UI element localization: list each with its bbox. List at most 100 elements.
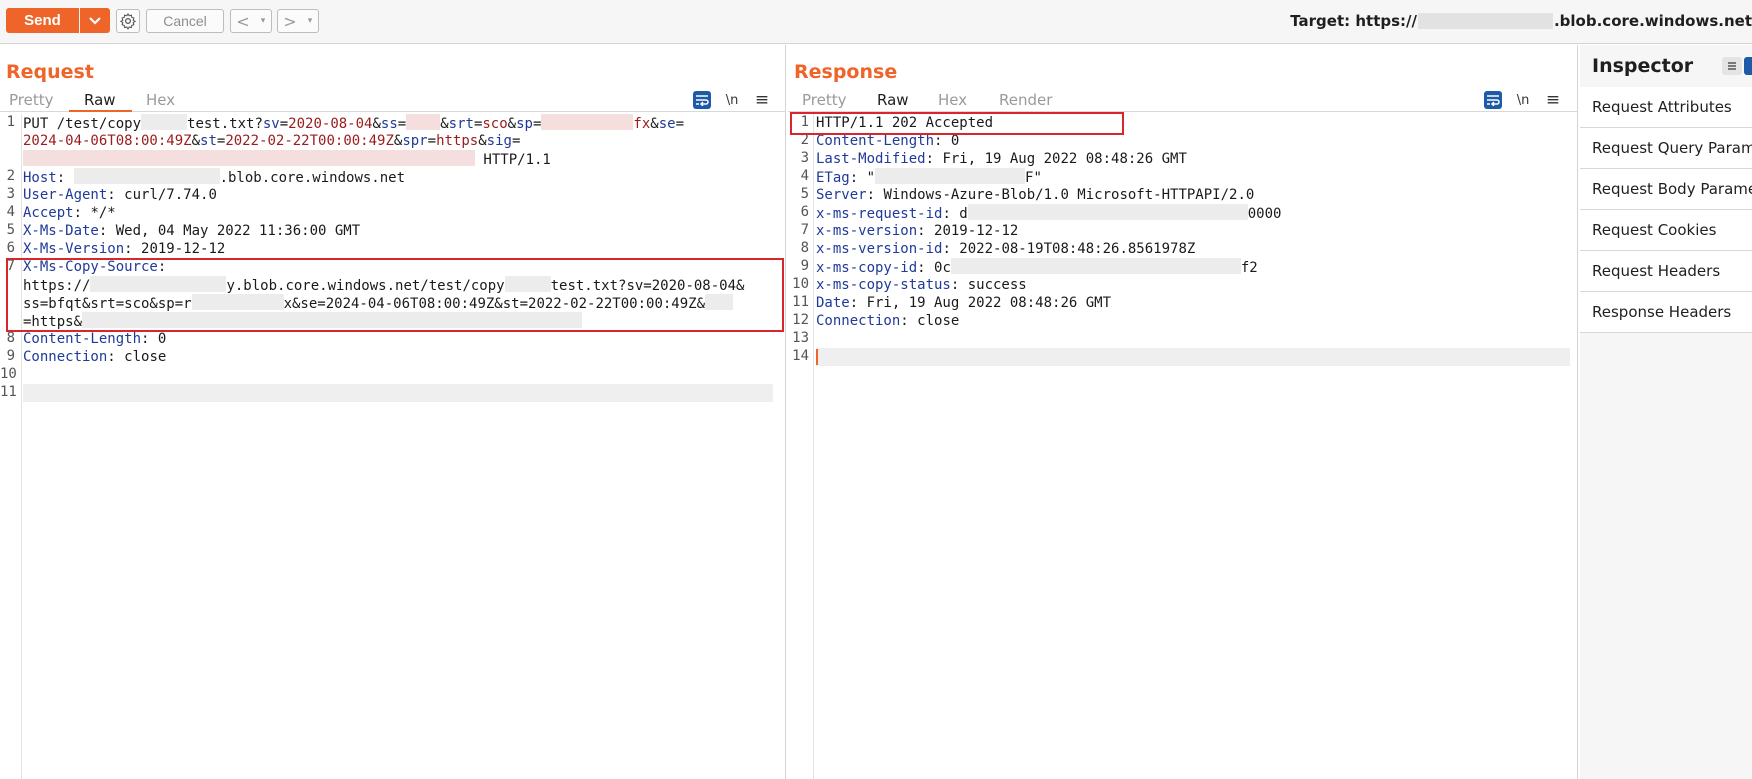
redacted-region	[541, 114, 634, 130]
request-header: User-Agent: curl/7.74.0	[23, 187, 217, 203]
request-title: Request	[6, 61, 94, 83]
tab-response-pretty[interactable]: Pretty	[802, 91, 847, 109]
active-tab-indicator	[69, 110, 132, 112]
line-number: 1	[6, 114, 15, 130]
line-number: 12	[792, 312, 809, 328]
inspector-split-view-button[interactable]	[1744, 57, 1752, 75]
line-number: 3	[800, 150, 809, 166]
cancel-button[interactable]: Cancel	[146, 9, 224, 33]
show-newlines-button[interactable]: \n	[1514, 91, 1532, 109]
request-header: X-Ms-Date: Wed, 04 May 2022 11:36:00 GMT	[23, 223, 361, 239]
current-line-highlight	[816, 348, 1570, 366]
inspector-title: Inspector	[1592, 55, 1694, 77]
line-number: 6	[800, 204, 809, 220]
highlight-box-status	[790, 112, 1124, 135]
inspector-request-cookies[interactable]: Request Cookies	[1580, 210, 1752, 251]
response-editor[interactable]: 1 2 3 4 5 6 7 8 9 10 11 12 13 14 HTTP/1.…	[788, 112, 1577, 779]
response-header: x-ms-copy-id: 0c f2	[816, 258, 1258, 276]
target-prefix: Target: https://	[1290, 12, 1417, 30]
tab-request-hex[interactable]: Hex	[146, 91, 175, 109]
inspector-response-headers[interactable]: Response Headers	[1580, 292, 1752, 333]
request-header: Host: .blob.core.windows.net	[23, 168, 406, 186]
forward-button[interactable]: >	[278, 10, 302, 32]
redacted-region	[73, 168, 220, 184]
inspector-panel: Inspector Request Attributes Request Que…	[1580, 45, 1752, 779]
highlight-box-copy-source	[6, 258, 784, 332]
request-tabs: Pretty Raw Hex \n ≡	[0, 88, 785, 112]
back-button[interactable]: <	[231, 10, 255, 32]
response-header: x-ms-copy-status: success	[816, 277, 1027, 293]
line-number: 10	[0, 366, 17, 382]
line-number: 13	[792, 330, 809, 346]
line-number: 4	[6, 204, 15, 220]
line-number: 14	[792, 348, 809, 364]
inspector-request-headers[interactable]: Request Headers	[1580, 251, 1752, 292]
target-host[interactable]: Target: https:// .blob.core.windows.net	[1290, 12, 1752, 30]
tab-response-raw[interactable]: Raw	[877, 91, 909, 109]
wrap-lines-button[interactable]	[693, 91, 711, 109]
inspector-request-body-params[interactable]: Request Body Parameters	[1580, 169, 1752, 210]
target-suffix: .blob.core.windows.net	[1553, 12, 1752, 30]
response-header: x-ms-request-id: d 0000	[816, 204, 1282, 222]
wrap-lines-button[interactable]	[1484, 91, 1502, 109]
request-header: Content-Length: 0	[23, 331, 167, 347]
settings-button[interactable]	[116, 9, 140, 33]
response-header: Connection: close	[816, 313, 960, 329]
response-title: Response	[794, 61, 898, 83]
request-header: X-Ms-Version: 2019-12-12	[23, 241, 226, 257]
forward-history-dropdown[interactable]: ▾	[302, 10, 318, 32]
request-header: Accept: */*	[23, 205, 116, 221]
inspector-sections: Request Attributes Request Query Paramet…	[1580, 87, 1752, 333]
response-header: ETag: " F"	[816, 168, 1042, 186]
inspector-layout-toggles	[1722, 57, 1752, 75]
line-number: 8	[800, 240, 809, 256]
menu-icon[interactable]: ≡	[753, 90, 771, 110]
menu-icon[interactable]: ≡	[1544, 90, 1562, 110]
response-header: Last-Modified: Fri, 19 Aug 2022 08:48:26…	[816, 151, 1187, 167]
response-header: Server: Windows-Azure-Blob/1.0 Microsoft…	[816, 187, 1255, 203]
response-header: x-ms-version: 2019-12-12	[816, 223, 1019, 239]
tab-response-render[interactable]: Render	[999, 91, 1052, 109]
redacted-region	[1417, 13, 1553, 29]
line-number: 2	[6, 168, 15, 184]
gear-icon	[119, 12, 137, 30]
send-options-button[interactable]	[80, 8, 110, 33]
redacted-region	[23, 150, 475, 166]
inspector-request-attributes[interactable]: Request Attributes	[1580, 87, 1752, 128]
response-header: x-ms-version-id: 2022-08-19T08:48:26.856…	[816, 241, 1196, 257]
line-number: 11	[792, 294, 809, 310]
redacted-region	[875, 168, 1026, 184]
redacted-region	[950, 258, 1241, 274]
line-number: 10	[792, 276, 809, 292]
show-newlines-button[interactable]: \n	[723, 91, 741, 109]
request-line-cont: 2024-04-06T08:00:49Z&st=2022-02-22T00:00…	[23, 133, 521, 149]
inspector-list-view-button[interactable]	[1722, 57, 1742, 75]
inspector-request-query-params[interactable]: Request Query Parameters	[1580, 128, 1752, 169]
line-number: 6	[6, 240, 15, 256]
response-pane: Response Pretty Raw Hex Render \n ≡ 1 2 …	[788, 45, 1578, 779]
line-number: 4	[800, 168, 809, 184]
line-number: 5	[6, 222, 15, 238]
tab-request-raw[interactable]: Raw	[84, 91, 116, 109]
response-tabs: Pretty Raw Hex Render \n ≡	[788, 88, 1577, 112]
line-number: 11	[0, 384, 17, 400]
tab-request-pretty[interactable]: Pretty	[9, 91, 54, 109]
request-editor[interactable]: 1 2 3 4 5 6 7 8 9 10 11 PUT /test/copy te…	[0, 114, 785, 779]
request-header: Connection: close	[23, 349, 167, 365]
current-line-highlight	[23, 384, 773, 402]
back-nav-group: < ▾	[230, 9, 272, 33]
redacted-region	[406, 114, 441, 130]
line-number: 8	[6, 330, 15, 346]
tab-response-hex[interactable]: Hex	[938, 91, 967, 109]
chevron-down-icon	[89, 16, 101, 25]
line-number: 9	[800, 258, 809, 274]
back-history-dropdown[interactable]: ▾	[255, 10, 271, 32]
send-button[interactable]: Send	[6, 8, 79, 33]
line-number: 3	[6, 186, 15, 202]
request-line: PUT /test/copy test.txt?sv=2020-08-04&ss=…	[23, 114, 684, 132]
request-line-cont: HTTP/1.1	[23, 150, 551, 168]
redacted-region	[967, 204, 1248, 220]
forward-nav-group: > ▾	[277, 9, 319, 33]
response-header: Date: Fri, 19 Aug 2022 08:48:26 GMT	[816, 295, 1112, 311]
redacted-region	[141, 114, 188, 130]
